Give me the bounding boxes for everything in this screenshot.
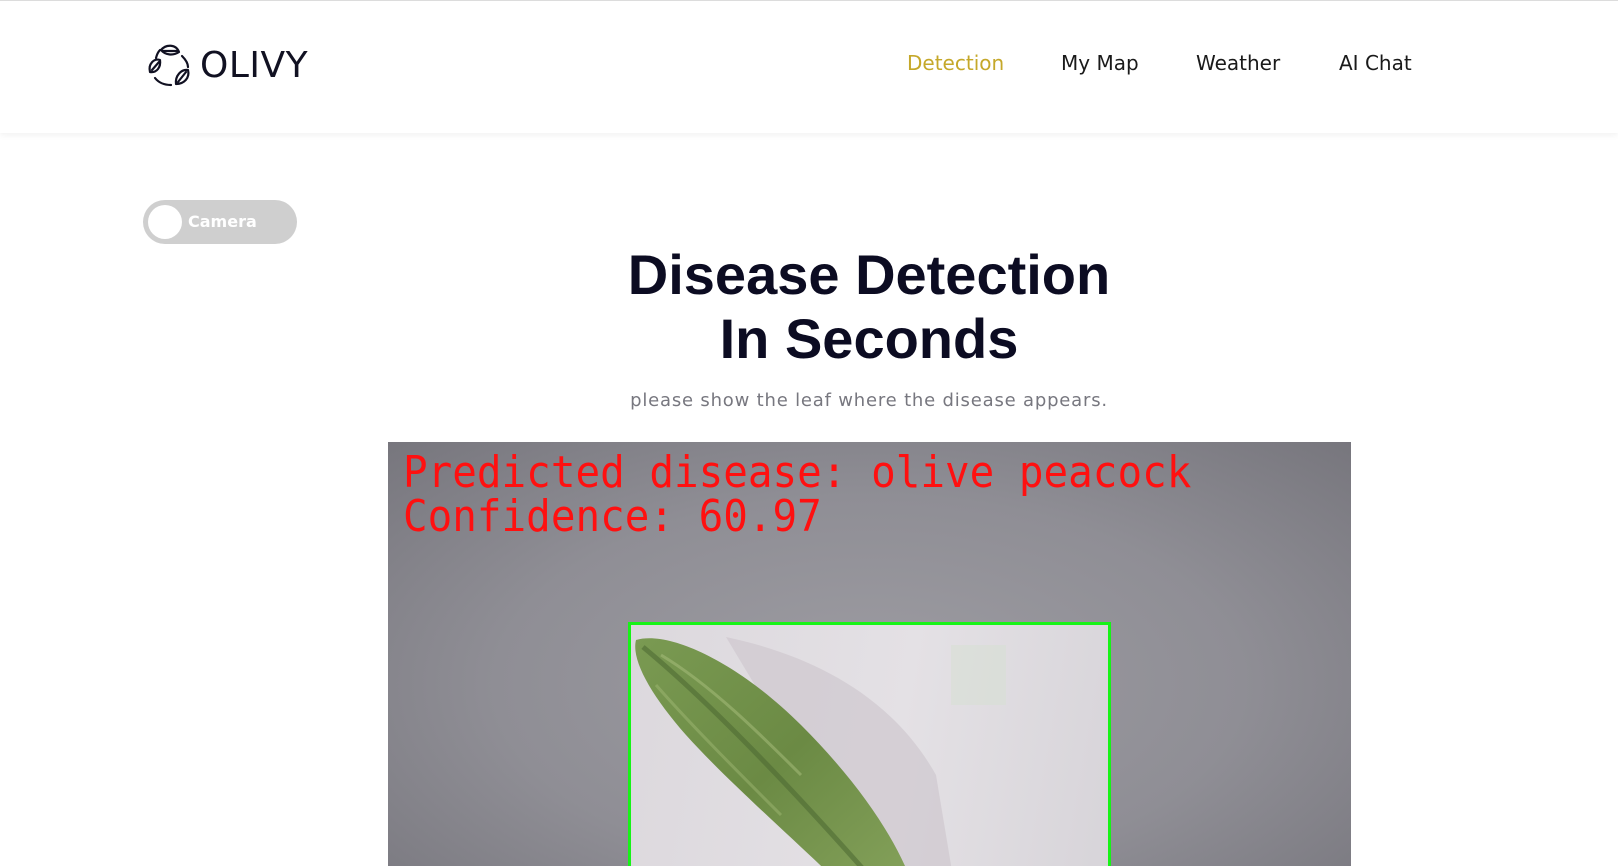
page-title: Disease Detection In Seconds bbox=[0, 243, 1618, 371]
detection-bounding-box bbox=[628, 622, 1111, 866]
page: OLIVY Detection My Map Weather AI Chat C… bbox=[0, 0, 1618, 866]
page-title-line-2: In Seconds bbox=[719, 307, 1019, 370]
top-navbar: OLIVY Detection My Map Weather AI Chat bbox=[0, 0, 1618, 133]
nav-my-map[interactable]: My Map bbox=[1061, 51, 1139, 75]
nav-ai-chat[interactable]: AI Chat bbox=[1339, 51, 1412, 75]
nav-weather[interactable]: Weather bbox=[1196, 51, 1280, 75]
page-title-line-1: Disease Detection bbox=[627, 243, 1111, 306]
camera-feed: Predicted disease: olive peacock Confide… bbox=[388, 442, 1351, 866]
olive-leaf-image bbox=[635, 637, 1006, 866]
nav-detection[interactable]: Detection bbox=[907, 51, 1004, 75]
brand-name: OLIVY bbox=[200, 44, 309, 86]
camera-toggle[interactable]: Camera bbox=[143, 200, 297, 244]
prediction-text: Predicted disease: olive peacock bbox=[403, 447, 1192, 498]
toggle-knob bbox=[148, 205, 182, 239]
brand-logo-link[interactable]: OLIVY bbox=[146, 39, 308, 91]
confidence-text: Confidence: 60.97 bbox=[403, 491, 822, 542]
camera-toggle-label: Camera bbox=[188, 212, 257, 231]
page-subtitle: please show the leaf where the disease a… bbox=[630, 390, 1108, 411]
recycle-leaves-icon bbox=[148, 44, 190, 87]
